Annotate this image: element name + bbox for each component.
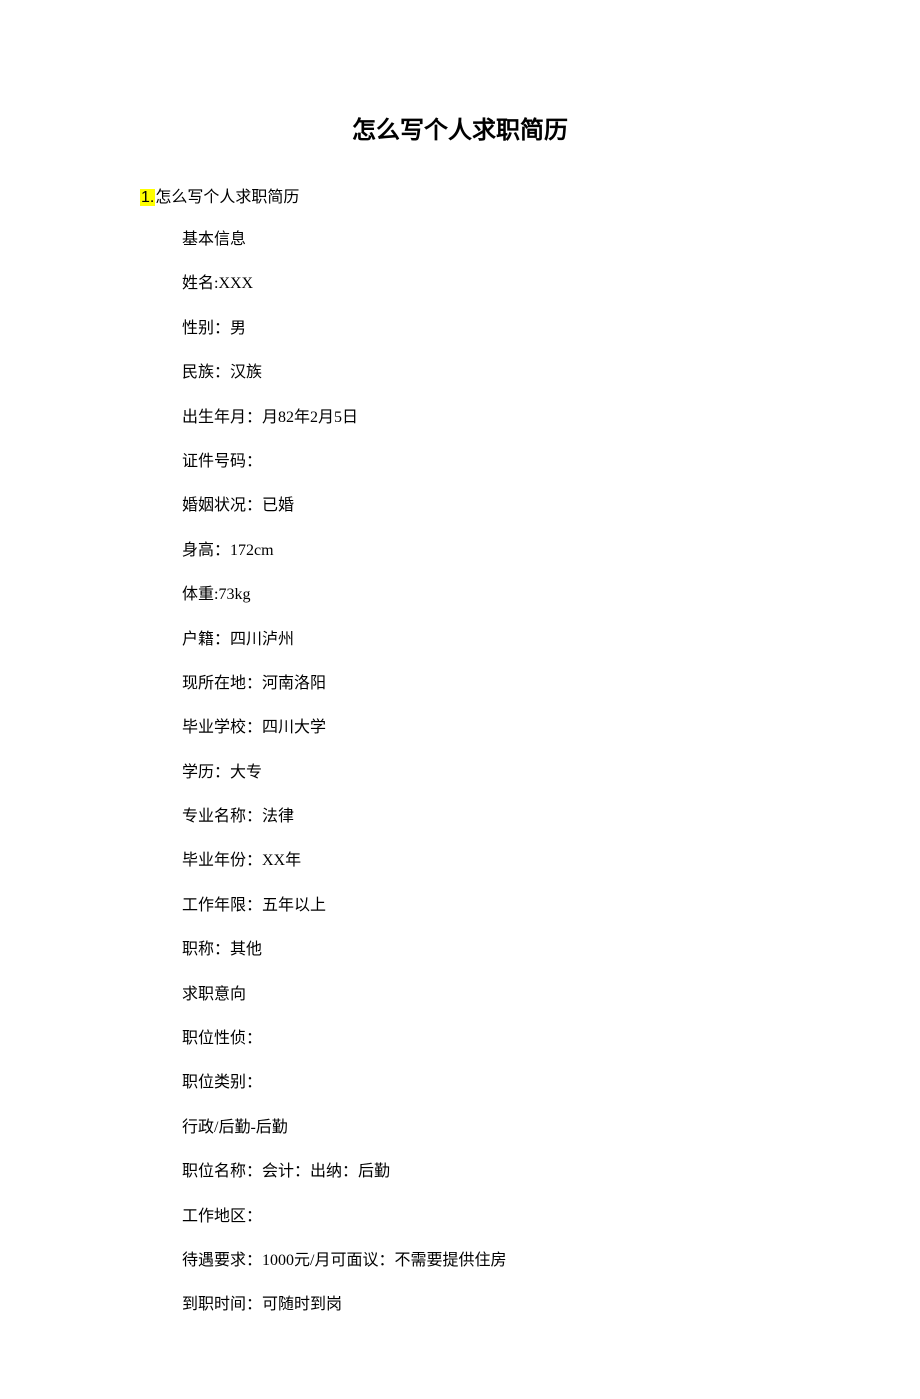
document-title: 怎么写个人求职简历 (140, 110, 780, 145)
resume-line: 毕业学校：四川大学 (182, 717, 780, 739)
resume-line: 姓名:XXX (182, 273, 780, 295)
resume-line: 职位类别： (182, 1072, 780, 1094)
section-heading: 1.怎么写个人求职简历 (140, 183, 780, 207)
resume-line: 待遇要求：1000元/月可面议：不需要提供住房 (182, 1250, 780, 1272)
resume-line: 工作地区： (182, 1206, 780, 1228)
resume-line: 毕业年份：XX年 (182, 850, 780, 872)
resume-line: 性别：男 (182, 318, 780, 340)
resume-line: 出生年月：月82年2月5日 (182, 407, 780, 429)
heading-number: 1. (140, 189, 155, 206)
resume-line: 体重:73kg (182, 584, 780, 606)
resume-line: 求职意向 (182, 984, 780, 1006)
resume-line: 户籍：四川泸州 (182, 629, 780, 651)
resume-line: 身高：172cm (182, 540, 780, 562)
resume-line: 职位性侦： (182, 1028, 780, 1050)
resume-line: 工作年限：五年以上 (182, 895, 780, 917)
resume-line: 职位名称：会计：出纳：后勤 (182, 1161, 780, 1183)
resume-line: 行政/后勤-后勤 (182, 1117, 780, 1139)
resume-line: 专业名称：法律 (182, 806, 780, 828)
resume-line: 现所在地：河南洛阳 (182, 673, 780, 695)
heading-text: 怎么写个人求职简历 (155, 189, 299, 206)
resume-line: 民族：汉族 (182, 362, 780, 384)
resume-line: 到职时间：可随时到岗 (182, 1294, 780, 1316)
resume-line: 学历：大专 (182, 762, 780, 784)
resume-line: 证件号码： (182, 451, 780, 473)
resume-line: 婚姻状况：已婚 (182, 495, 780, 517)
resume-line: 基本信息 (182, 229, 780, 251)
resume-line: 职称：其他 (182, 939, 780, 961)
